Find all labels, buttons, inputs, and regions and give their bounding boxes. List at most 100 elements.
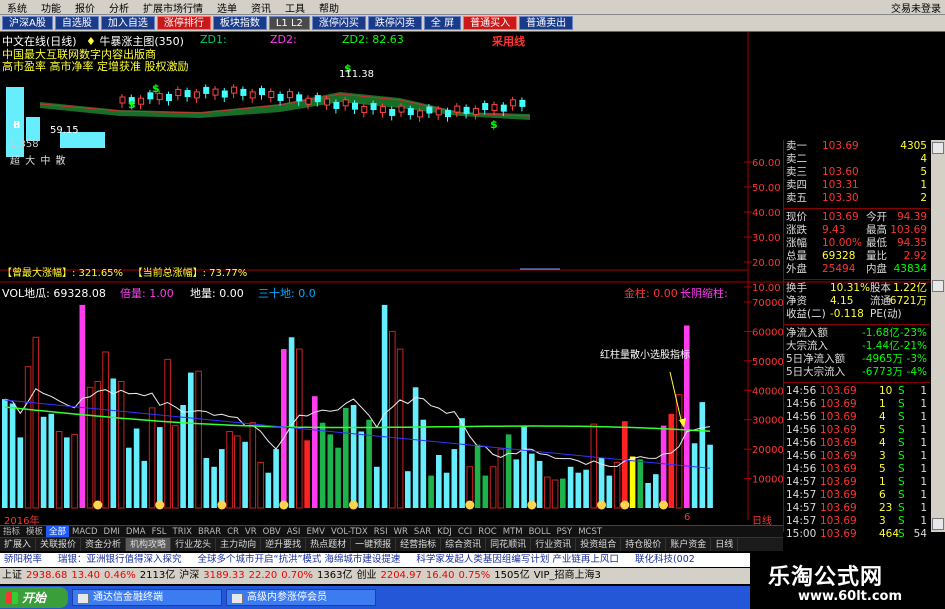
function-tab[interactable]: 同花顺讯 [486, 538, 532, 551]
news-item[interactable]: 联化科技(002 [635, 553, 695, 567]
news-item[interactable]: 骄阳税率 [4, 553, 42, 567]
stat-value: 94.39 [896, 211, 927, 223]
watermark-title: 乐淘公式网 [768, 565, 884, 590]
function-tab[interactable]: 投资组合 [576, 538, 622, 551]
indicator-tab[interactable]: 指标 [0, 526, 23, 537]
volume-bar [24, 366, 32, 509]
candle-body [500, 104, 507, 112]
scroll-up-icon[interactable] [932, 142, 944, 154]
volume-bar [513, 459, 520, 508]
indicator-tab[interactable]: BOLL [526, 526, 554, 537]
indicator-tab[interactable]: MACD [69, 526, 100, 537]
function-tab[interactable]: 主力动向 [216, 538, 262, 551]
ask-price: 103.69 [822, 140, 859, 152]
menu-item[interactable]: 选单 [210, 0, 244, 15]
indicator-tab[interactable]: PSY [553, 526, 575, 537]
indicator-tab[interactable]: ROC [475, 526, 500, 537]
indicator-tab[interactable]: CCI [455, 526, 475, 537]
toolbar-button[interactable]: 涨停闪买 [311, 16, 366, 30]
taskbar-item-terminal[interactable]: 通达信金融终端 [72, 589, 222, 606]
toolbar-button[interactable]: 普通买入 [463, 16, 518, 30]
indicator-tab[interactable]: VR [242, 526, 260, 537]
indicator-tab[interactable]: MTM [500, 526, 526, 537]
indicator-tab[interactable]: WR [391, 526, 411, 537]
function-tab[interactable]: 机构攻略 [126, 538, 172, 551]
toolbar-button[interactable]: 加入自选 [100, 16, 155, 30]
candle-body [463, 106, 470, 114]
toolbar-button[interactable]: 跌停闪卖 [367, 16, 422, 30]
function-tab[interactable]: 逆升要找 [261, 538, 307, 551]
account-label[interactable]: VIP_招商上海3 [534, 568, 601, 584]
menu-item[interactable]: 系统 [0, 0, 34, 15]
indicator-tab[interactable]: SAR [411, 526, 434, 537]
indicator-tab[interactable]: DMI [101, 526, 123, 537]
function-tab[interactable]: 关联报价 [36, 538, 82, 551]
menu-item[interactable]: 报价 [68, 0, 102, 15]
stat-label: 涨幅 [786, 237, 807, 249]
tick-side: S [898, 424, 905, 436]
quote-row: 14:56 103.69 10 S 1 [784, 385, 930, 398]
menu-item[interactable]: 资讯 [244, 0, 278, 15]
function-tab[interactable]: 账户资金 [666, 538, 712, 551]
quote-row: 涨幅 10.00% 最低 94.35 [784, 237, 930, 250]
tick-time: 14:56 [786, 463, 817, 475]
indicator-tab[interactable]: 模板 [23, 526, 46, 537]
toolbar-button[interactable]: 涨停排行 [156, 16, 211, 30]
tick-time: 14:56 [786, 437, 817, 449]
volume-bar [126, 447, 132, 508]
indicator-tab[interactable]: OBV [260, 526, 284, 537]
stat-value: 10.31% [830, 282, 871, 294]
news-item[interactable]: 全球多个城市开启“抗洪”模式 海绵城市建设提速 [198, 553, 401, 567]
indicator-tab[interactable]: ASI [284, 526, 304, 537]
news-item[interactable]: 瑞银：亚洲银行值得深入探究 [58, 553, 182, 567]
function-tab[interactable]: 综合资讯 [441, 538, 487, 551]
volume-bar [164, 358, 171, 509]
indicator-tab[interactable]: MCST [575, 526, 605, 537]
indicator-tab[interactable]: 全部 [46, 526, 70, 537]
menu-item[interactable]: 工具 [278, 0, 312, 15]
candle-body [259, 88, 265, 96]
start-button[interactable]: 开始 [0, 587, 68, 608]
toolbar-button[interactable]: 沪深A股 [2, 16, 53, 30]
indicator-tab[interactable]: TRIX [170, 526, 195, 537]
indicator-tab[interactable]: BRAR [195, 526, 224, 537]
function-tab[interactable]: 一键预报 [351, 538, 397, 551]
indicator-tab[interactable]: VOL-TDX [328, 526, 371, 537]
scroll-thumb[interactable] [932, 280, 944, 292]
toolbar-button[interactable]: 板块指数 [212, 16, 267, 30]
menu-item[interactable]: 扩展市场行情 [136, 0, 210, 15]
indicator-tab[interactable]: CR [224, 526, 242, 537]
flow-label: 5日净流入额 [786, 353, 846, 365]
menu-item[interactable]: 分析 [102, 0, 136, 15]
toolbar-button[interactable]: 普通卖出 [519, 16, 574, 30]
indicator-tab[interactable]: EMV [303, 526, 328, 537]
index-name: 上证 [2, 570, 22, 581]
function-tab[interactable]: 扩展入 [0, 538, 37, 551]
quote-row: 净资 4.15 流通 6721万 [784, 295, 930, 308]
toolbar-button[interactable]: L1 L2 [268, 16, 310, 30]
function-tab[interactable]: 行业资讯 [531, 538, 577, 551]
toolbar-button[interactable]: 自选股 [54, 16, 99, 30]
indicator-tab[interactable]: DMA [123, 526, 149, 537]
menu-item[interactable]: 帮助 [312, 0, 346, 15]
volume-bar [226, 431, 233, 509]
news-item[interactable]: 科学家发起人类基因组编写计划 产业链再上风口 [416, 553, 619, 567]
scroll-down-icon[interactable] [932, 518, 944, 530]
menu-item[interactable]: 功能 [34, 0, 68, 15]
indicator-tab[interactable]: RSI [371, 526, 391, 537]
function-tab[interactable]: 行业龙头 [171, 538, 217, 551]
taskbar-item-member[interactable]: 高级内参涨停会员 [226, 589, 376, 606]
indicator-tab[interactable]: FSL [149, 526, 170, 537]
function-tab[interactable]: 持仓股价 [621, 538, 667, 551]
toolbar-button[interactable]: 全 屏 [423, 16, 462, 30]
function-tab[interactable]: 资金分析 [81, 538, 127, 551]
function-tab[interactable]: 热点题材 [306, 538, 352, 551]
function-tab[interactable]: 经营指标 [396, 538, 442, 551]
panel-scrollbar[interactable] [931, 140, 945, 532]
function-tab[interactable]: 日线 [711, 538, 739, 551]
indicator-tab[interactable]: KDJ [434, 526, 455, 537]
volume-bar [110, 378, 117, 508]
volume-bar [304, 440, 310, 508]
quote-row: 5日大宗流入 -6773万 -4% [784, 366, 930, 379]
login-status[interactable]: 交易未登录 [891, 0, 945, 15]
